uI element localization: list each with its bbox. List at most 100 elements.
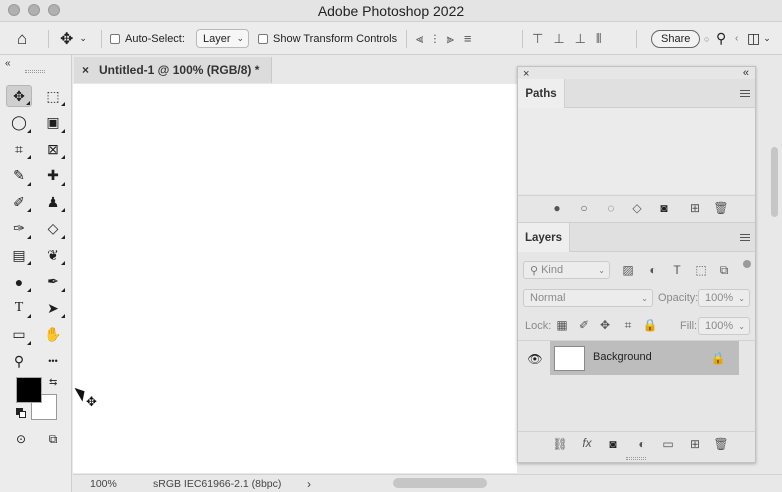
chevron-left-icon[interactable]: ‹ [735,22,738,55]
align-icons[interactable]: ⫷⫶⫸≡ [416,22,482,55]
brush-tool-icon: ✐ [13,193,25,210]
paths-menu-icon[interactable] [740,90,750,97]
tab-paths[interactable]: Paths [518,79,565,108]
paths-footer: ● ○ ◌ ◇ ◙ ⊞ 🗑 [518,195,755,219]
collapse-panel-icon[interactable]: « [743,67,749,79]
screen-mode-icon[interactable]: ⧉ [40,428,66,450]
quick-mask-icon[interactable]: ⊙ [8,428,34,450]
horizontal-scrollbar[interactable] [393,478,487,488]
shape-filter-icon[interactable]: ⬚ [694,263,708,277]
share-button[interactable]: Share [651,29,701,48]
default-colors-icon[interactable] [16,408,26,418]
stamp-tool[interactable]: ♟ [40,191,66,213]
lock-artboard-icon[interactable]: ⌗ [621,318,635,332]
tab-layers[interactable]: Layers [518,223,570,252]
layers-menu-icon[interactable] [740,234,750,241]
lock-all-icon[interactable]: 🔒 [643,318,658,332]
type-filter-icon[interactable]: T [670,263,684,277]
new-group-icon[interactable]: ▭ [661,437,675,451]
collapse-toolbar-icon[interactable]: « [5,58,11,69]
lasso-tool[interactable]: ◯ [6,112,32,134]
opacity-field[interactable]: 100% ⌄ [698,289,750,307]
more-tools-icon: ••• [48,356,58,366]
zoom-level[interactable]: 100% [90,478,117,490]
layer-lock-icon[interactable]: 🔒 [711,351,726,365]
show-transform-checkbox[interactable] [258,33,268,44]
foreground-color-swatch[interactable] [16,377,42,403]
search-icon[interactable]: ⚲ [716,22,726,55]
lock-pixels-icon[interactable]: ✐ [577,318,591,332]
vertical-scrollbar[interactable] [771,147,778,217]
layer-name[interactable]: Background [593,351,652,363]
layer-dropdown[interactable]: Layer ⌄ [196,29,250,48]
swap-colors-icon[interactable]: ⇆ [49,377,57,388]
more-tools[interactable]: ••• [40,350,66,372]
auto-select-toggle[interactable]: Auto-Select: [110,22,185,55]
delete-layer-icon[interactable]: 🗑 [713,437,728,451]
visibility-eye-icon[interactable]: 👁 [527,352,542,366]
frame-tool[interactable]: ⊠ [40,138,66,160]
frame-tool-icon: ⊠ [47,140,59,157]
pen-tool[interactable]: ✒ [40,271,66,293]
toolbar-grip[interactable] [25,70,45,73]
type-tool[interactable]: T [6,297,32,319]
eraser-tool[interactable]: ◇ [40,218,66,240]
layer-row[interactable]: 👁 Background 🔒 [518,341,755,377]
healing-brush-tool-icon: ✚ [47,167,59,183]
filter-toggle-icon[interactable] [743,260,751,268]
document-canvas[interactable] [73,84,517,473]
fill-field[interactable]: 100% ⌄ [698,317,750,335]
load-selection-icon[interactable]: ◌ [604,201,618,215]
document-tab[interactable]: × Untitled-1 @ 100% (RGB/8) * [74,57,272,83]
home-icon[interactable]: ⌂ [17,22,27,55]
layer-style-icon[interactable]: fx [580,436,594,450]
adjustment-layer-icon[interactable]: ◐ [635,437,649,451]
eyedropper-tool[interactable]: ✎ [6,165,32,187]
new-path-icon[interactable]: ⊞ [688,201,702,215]
circle-icon: ○ [704,33,710,44]
workspace-icon[interactable]: ◫ ⌄ [747,22,771,55]
add-mask-icon[interactable]: ◙ [606,437,620,451]
path-select-tool[interactable]: ➤ [40,297,66,319]
dodge-tool[interactable]: ● [6,271,32,293]
move-tool-preset-icon[interactable]: ✥ ⌄ [60,22,87,55]
new-layer-icon[interactable]: ⊞ [688,437,702,451]
brush-tool[interactable]: ✐ [6,191,32,213]
gradient-tool[interactable]: ▤ [6,244,32,266]
close-document-icon[interactable]: × [82,63,89,77]
healing-brush-tool[interactable]: ✚ [40,165,66,187]
crop-tool-icon: ⌗ [15,140,23,157]
zoom-tool[interactable]: ⚲ [6,350,32,372]
status-menu-icon[interactable]: › [307,477,311,491]
crop-tool[interactable]: ⌗ [6,138,32,160]
lock-transparency-icon[interactable]: ▦ [555,318,569,332]
fill-path-icon[interactable]: ● [550,201,564,215]
blur-tool[interactable]: ❦ [40,244,66,266]
hand-tool[interactable]: ✋ [40,324,66,346]
delete-path-icon[interactable]: 🗑 [713,201,728,215]
smart-object-filter-icon[interactable]: ⧉ [717,263,731,277]
layer-kind-filter[interactable]: ⚲ Kind ⌄ [523,261,610,279]
move-tool[interactable]: ✥ [6,85,32,107]
show-transform-toggle[interactable]: Show Transform Controls [258,22,397,55]
lock-position-icon[interactable]: ✥ [598,318,612,332]
object-select-tool[interactable]: ▣ [40,112,66,134]
history-brush-tool[interactable]: ✑ [6,218,32,240]
rectangle-tool[interactable]: ▭ [6,324,32,346]
make-work-path-icon[interactable]: ◇ [630,201,644,215]
auto-select-checkbox[interactable] [110,33,120,44]
marquee-tool[interactable]: ⬚ [40,85,66,107]
add-mask-icon[interactable]: ◙ [657,201,671,215]
blur-tool-icon: ❦ [47,246,59,263]
adjustment-filter-icon[interactable]: ◐ [646,263,660,277]
opacity-label: Opacity: [658,292,699,304]
lock-label: Lock: [525,320,552,332]
blend-mode-dropdown[interactable]: Normal ⌄ [523,289,653,307]
distribute-icons[interactable]: ⊤⊥⊥⫴ [532,22,611,55]
pixel-filter-icon[interactable]: ▨ [621,263,635,277]
stroke-path-icon[interactable]: ○ [577,201,591,215]
link-layers-icon[interactable]: ⛓ [552,437,567,451]
panel-resize-grip[interactable] [626,457,646,460]
paths-list [518,108,755,194]
gradient-tool-icon: ▤ [12,246,26,263]
